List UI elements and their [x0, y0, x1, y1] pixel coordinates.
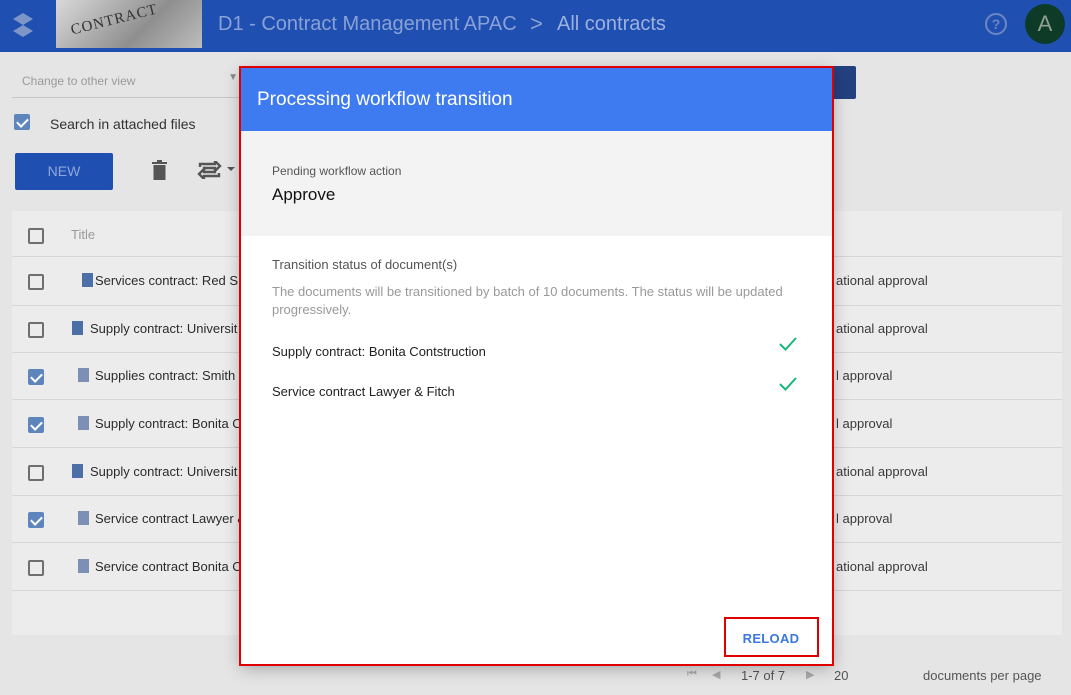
search-attached-checkbox[interactable]: [14, 114, 30, 130]
document-icon: [72, 321, 83, 335]
row-status: ational approval: [836, 559, 928, 574]
chevron-down-icon: ▼: [228, 72, 238, 83]
row-status: ational approval: [836, 273, 928, 288]
document-icon: [78, 416, 89, 430]
domain-thumbnail: CONTRACT: [56, 0, 202, 48]
next-page-icon[interactable]: ▶: [806, 668, 814, 681]
row-checkbox[interactable]: [28, 512, 44, 528]
reload-button[interactable]: RELOAD: [738, 629, 804, 649]
page-size-value[interactable]: 20: [834, 668, 848, 683]
trash-icon[interactable]: [152, 160, 167, 180]
check-icon: [779, 337, 797, 351]
pending-action-panel: [241, 131, 832, 236]
row-checkbox[interactable]: [28, 417, 44, 433]
transition-status-title: Transition status of document(s): [272, 257, 458, 272]
page-range: 1-7 of 7: [741, 668, 786, 683]
search-attached-label: Search in attached files: [50, 116, 196, 132]
row-checkbox[interactable]: [28, 322, 44, 338]
transition-icon[interactable]: [197, 161, 237, 179]
row-status: l approval: [836, 368, 893, 383]
prev-page-icon[interactable]: ◀: [712, 668, 720, 681]
breadcrumb-page: All contracts: [557, 13, 666, 35]
page-size-label: documents per page: [923, 668, 1042, 683]
document-icon: [72, 464, 83, 478]
row-title[interactable]: Service contract Lawyer &: [95, 511, 246, 526]
breadcrumb-separator: >: [530, 11, 543, 36]
dialog-header: Processing workflow transition: [241, 68, 832, 131]
app-header: CONTRACT D1 - Contract Management APAC >…: [0, 0, 1071, 52]
help-icon[interactable]: ?: [985, 13, 1007, 35]
dialog-title: Processing workflow transition: [257, 89, 513, 110]
first-page-icon[interactable]: ⏮: [687, 668, 697, 681]
row-checkbox[interactable]: [28, 560, 44, 576]
row-checkbox[interactable]: [28, 369, 44, 385]
row-status: l approval: [836, 416, 893, 431]
column-header-title[interactable]: Title: [71, 227, 95, 242]
document-name: Supply contract: Bonita Contstruction: [272, 344, 486, 359]
transition-status-description: The documents will be transitioned by ba…: [272, 284, 783, 317]
check-icon: [779, 377, 797, 391]
document-name: Service contract Lawyer & Fitch: [272, 384, 455, 399]
thumbnail-text: CONTRACT: [69, 1, 160, 39]
document-icon: [78, 559, 89, 573]
view-select[interactable]: Change to other view ▼: [12, 64, 244, 98]
workflow-transition-dialog: Processing workflow transition Pending w…: [241, 68, 832, 664]
row-title[interactable]: Service contract Bonita C: [95, 559, 242, 574]
pending-action-value: Approve: [272, 185, 336, 204]
row-status: ational approval: [836, 321, 928, 336]
row-status: ational approval: [836, 464, 928, 479]
row-title[interactable]: Supply contract: Bonita C: [95, 416, 242, 431]
new-button[interactable]: NEW: [15, 153, 113, 190]
row-status: l approval: [836, 511, 893, 526]
breadcrumb-domain[interactable]: D1 - Contract Management APAC: [218, 13, 517, 36]
row-title[interactable]: Supply contract: Universit: [90, 321, 237, 336]
document-icon: [82, 273, 93, 287]
document-icon: [78, 511, 89, 525]
row-title[interactable]: Services contract: Red S: [95, 273, 238, 288]
document-icon: [78, 368, 89, 382]
view-select-placeholder: Change to other view: [22, 74, 136, 88]
avatar[interactable]: A: [1025, 4, 1065, 44]
row-title[interactable]: Supplies contract: Smith: [95, 368, 235, 383]
row-checkbox[interactable]: [28, 465, 44, 481]
row-checkbox[interactable]: [28, 274, 44, 290]
app-logo-icon[interactable]: [12, 12, 34, 38]
pending-action-label: Pending workflow action: [272, 164, 402, 178]
select-all-checkbox[interactable]: [28, 228, 44, 244]
row-title[interactable]: Supply contract: Universit: [90, 464, 237, 479]
